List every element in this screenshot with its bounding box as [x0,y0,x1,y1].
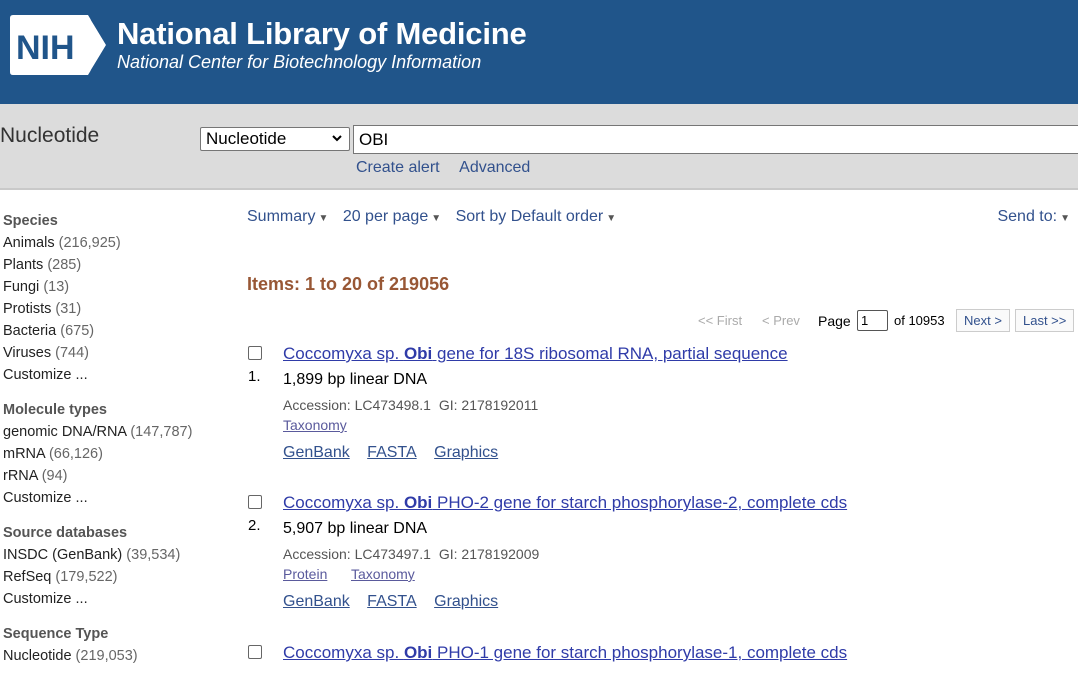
result-meta: Accession: LC473497.1 GI: 2178192009 [283,546,539,562]
facet-title: Molecule types [3,402,107,418]
database-title: Nucleotide [0,124,100,147]
search-links: Create alert Advanced [356,159,546,177]
facet-title: Sequence Type [3,626,109,642]
facet-source-databases: Source databases INSDC (GenBank) (39,534… [3,522,233,610]
pager: << First < Prev Page 1 of 10953 Next > L… [247,308,1078,334]
site-header: NIH National Library of Medicine Nationa… [0,0,1078,104]
result-item: 2. Coccomyxa sp. Obi PHO-2 gene for star… [247,493,1078,623]
prev-page-link[interactable]: < Prev [762,313,800,328]
result-checkbox[interactable] [248,645,262,659]
facet-title: Species [3,213,58,229]
search-bar: Nucleotide Nucleotide OBI Create alert A… [0,104,1078,190]
summary-dropdown[interactable]: Summary ▼ [247,208,328,225]
page-number-input[interactable]: 1 [857,310,888,331]
filter-bacteria[interactable]: Bacteria (675) [3,320,233,342]
fasta-link[interactable]: FASTA [367,444,417,461]
database-select[interactable]: Nucleotide [200,127,350,151]
result-description: 5,907 bp linear DNA [283,520,428,537]
fasta-link[interactable]: FASTA [367,593,417,610]
next-page-button[interactable]: Next > [956,309,1010,332]
last-page-button[interactable]: Last >> [1015,309,1075,332]
accession: Accession: LC473497.1 [283,546,431,562]
chevron-down-icon [331,128,343,157]
result-checkbox[interactable] [248,495,262,509]
result-checkbox[interactable] [248,346,262,360]
org-subtitle: National Center for Biotechnology Inform… [117,52,482,72]
filter-genomic-dna-rna[interactable]: genomic DNA/RNA (147,787) [3,421,233,443]
page-label: Page [818,313,851,329]
send-to-dropdown[interactable]: Send to: ▼ [997,208,1070,226]
accession: Accession: LC473498.1 [283,397,431,413]
first-page-link[interactable]: << First [698,313,742,328]
results-toolbar: Summary ▼ 20 per page ▼ Sort by Default or… [247,208,1078,236]
filter-refseq[interactable]: RefSeq (179,522) [3,566,233,588]
taxonomy-link[interactable]: Taxonomy [283,417,347,433]
total-pages: of 10953 [894,313,945,328]
genbank-link[interactable]: GenBank [283,593,350,610]
create-alert-link[interactable]: Create alert [356,159,440,176]
format-links: GenBank FASTA Graphics [283,593,511,611]
result-description: 1,899 bp linear DNA [283,371,428,388]
protein-link[interactable]: Protein [283,566,327,582]
database-select-value: Nucleotide [206,129,287,148]
advanced-search-link[interactable]: Advanced [459,159,530,176]
graphics-link[interactable]: Graphics [434,444,498,461]
taxonomy-link[interactable]: Taxonomy [351,566,415,582]
nih-logo[interactable]: NIH [10,15,106,75]
per-page-dropdown[interactable]: 20 per page ▼ [343,208,441,225]
filter-viruses[interactable]: Viruses (744) [3,342,233,364]
customize-molecule-types[interactable]: Customize ... [3,487,233,509]
customize-source-databases[interactable]: Customize ... [3,588,233,610]
caret-down-icon: ▼ [1060,213,1070,224]
filter-animals[interactable]: Animals (216,925) [3,232,233,254]
customize-species[interactable]: Customize ... [3,364,233,386]
result-item: Coccomyxa sp. Obi PHO-1 gene for starch … [247,643,1078,666]
result-title-link[interactable]: Coccomyxa sp. Obi PHO-1 gene for starch … [283,643,847,663]
filter-sidebar: Species Animals (216,925) Plants (285) F… [3,210,233,680]
filter-nucleotide[interactable]: Nucleotide (219,053) [3,645,233,667]
filter-fungi[interactable]: Fungi (13) [3,276,233,298]
graphics-link[interactable]: Graphics [434,593,498,610]
genbank-link[interactable]: GenBank [283,444,350,461]
search-input[interactable]: OBI [353,125,1078,154]
items-count: Items: 1 to 20 of 219056 [247,274,450,294]
caret-down-icon: ▼ [318,213,329,224]
related-links: Protein Taxonomy [283,566,435,582]
result-number: 2. [248,517,261,534]
logo-text: NIH [16,29,75,67]
filter-rrna[interactable]: rRNA (94) [3,465,233,487]
result-title-link[interactable]: Coccomyxa sp. Obi gene for 18S ribosomal… [283,344,788,364]
filter-insdc[interactable]: INSDC (GenBank) (39,534) [3,544,233,566]
result-item: 1. Coccomyxa sp. Obi gene for 18S riboso… [247,344,1078,474]
facet-sequence-type: Sequence Type Nucleotide (219,053) [3,623,233,667]
gi-number: GI: 2178192009 [438,546,540,562]
results-panel: Summary ▼ 20 per page ▼ Sort by Default or… [247,208,1078,662]
caret-down-icon: ▼ [431,213,442,224]
result-meta: Accession: LC473498.1 GI: 2178192011 [283,397,538,413]
related-links: Taxonomy [283,417,367,433]
sort-dropdown[interactable]: Sort by Default order ▼ [456,208,617,225]
filter-protists[interactable]: Protists (31) [3,298,233,320]
facet-title: Source databases [3,525,128,541]
result-title-link[interactable]: Coccomyxa sp. Obi PHO-2 gene for starch … [283,493,847,513]
filter-mrna[interactable]: mRNA (66,126) [3,443,233,465]
facet-molecule-types: Molecule types genomic DNA/RNA (147,787)… [3,399,233,509]
gi-number: GI: 2178192011 [438,397,539,413]
filter-plants[interactable]: Plants (285) [3,254,233,276]
format-links: GenBank FASTA Graphics [283,444,511,462]
org-title[interactable]: National Library of Medicine [117,16,527,52]
facet-species: Species Animals (216,925) Plants (285) F… [3,210,233,386]
result-number: 1. [248,368,261,385]
caret-down-icon: ▼ [606,213,617,224]
